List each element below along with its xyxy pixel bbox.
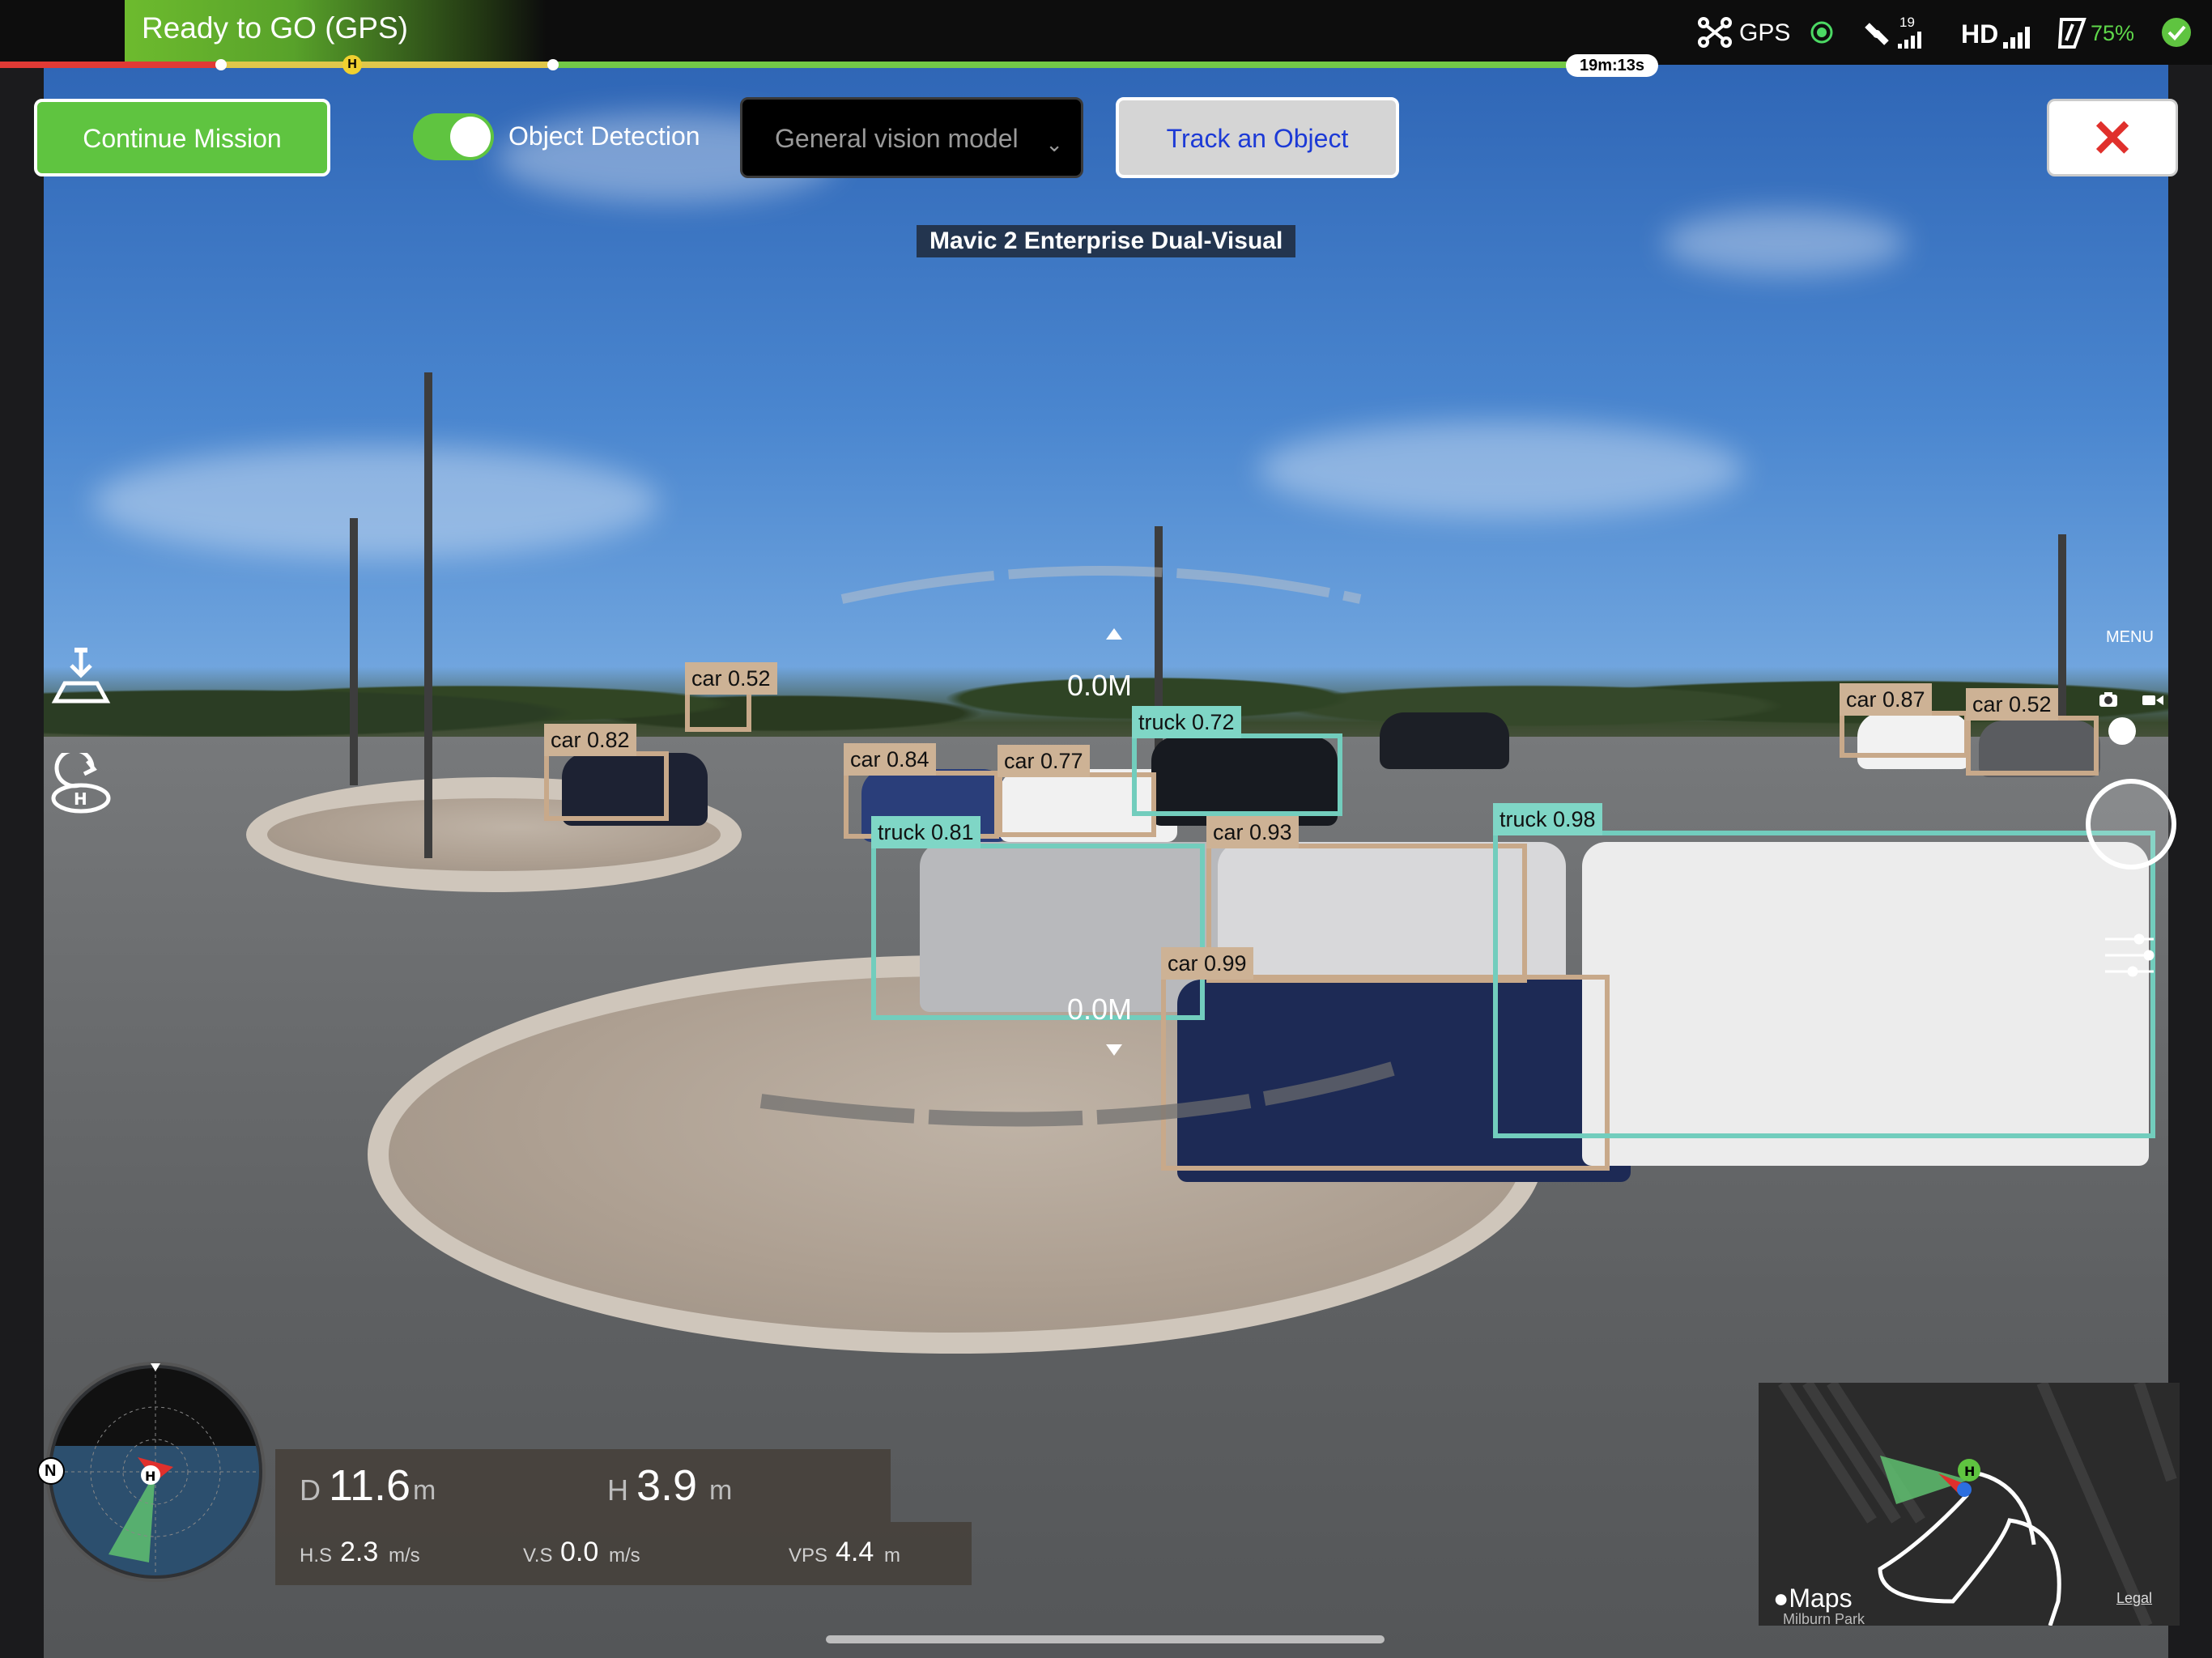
rc-signal-icon xyxy=(2003,27,2030,49)
hs-label: H.S xyxy=(300,1545,333,1567)
detection-label: car 0.82 xyxy=(544,724,636,756)
detection-box[interactable]: car 0.52 xyxy=(1966,688,2099,776)
menu-label[interactable]: MENU xyxy=(2106,628,2154,647)
progress-segment-yellow xyxy=(219,62,551,68)
vs-label: V.S xyxy=(523,1545,553,1567)
vps-value: 4.4 xyxy=(836,1537,874,1567)
signal-icon xyxy=(1810,21,1833,44)
photo-icon[interactable] xyxy=(2099,691,2118,708)
track-object-button[interactable]: Track an Object xyxy=(1116,97,1399,178)
detection-box[interactable]: truck 0.98 xyxy=(1493,803,2155,1138)
satellite-count: 19 xyxy=(1899,15,1915,30)
vision-model-select[interactable]: General vision model ⌄ xyxy=(740,97,1083,178)
telemetry-panel-top: D 11.6 m H 3.9 m xyxy=(275,1449,891,1522)
ok-check-icon xyxy=(2162,18,2191,47)
height-unit: m xyxy=(709,1475,733,1506)
detection-label: truck 0.98 xyxy=(1493,803,1602,835)
vps-unit: m xyxy=(884,1545,900,1567)
toggle-knob xyxy=(450,117,491,157)
battery-percent: 75% xyxy=(2091,21,2135,45)
minimap[interactable]: H ●Maps Legal Milburn Park xyxy=(1759,1383,2180,1626)
svg-text:H: H xyxy=(74,789,87,809)
remaining-time: 19m:13s xyxy=(1566,54,1658,77)
maps-logo: ●Maps xyxy=(1773,1584,1853,1613)
battery-icon xyxy=(2057,18,2087,49)
distance-label: D xyxy=(300,1473,321,1507)
north-label: N xyxy=(45,1462,57,1480)
video-link-label: HD xyxy=(1961,19,1999,49)
distance-value: 11.6 xyxy=(329,1461,411,1510)
vs-value: 0.0 xyxy=(560,1537,599,1567)
settings-sliders-icon[interactable] xyxy=(2104,929,2155,983)
vps-label: VPS xyxy=(789,1545,828,1567)
height-value: 3.9 xyxy=(636,1461,698,1510)
satellite-bars-icon xyxy=(1898,32,1921,49)
status-bar: Ready to GO (GPS) GPS 19 HD 75% xyxy=(0,0,2212,65)
satellite-icon xyxy=(1865,23,1889,45)
capture-mode-switch[interactable] xyxy=(2108,717,2136,745)
progress-segment-green xyxy=(551,62,1603,68)
light-pole xyxy=(350,518,358,785)
hs-value: 2.3 xyxy=(340,1537,379,1567)
home-marker: H xyxy=(342,55,362,74)
drone-icon xyxy=(1698,17,1732,48)
progress-segment-red xyxy=(0,62,219,68)
vision-model-value: General vision model xyxy=(775,124,1019,153)
gimbal-arc xyxy=(759,566,1395,1127)
download-icon[interactable] xyxy=(47,641,115,709)
gimbal-bottom-distance: 0.0M xyxy=(1067,993,1133,1026)
gimbal-top-distance: 0.0M xyxy=(1067,669,1133,702)
home-indicator-bar[interactable] xyxy=(826,1635,1385,1643)
map-place-label: Milburn Park xyxy=(1783,1611,1865,1626)
map-legal-link[interactable]: Legal xyxy=(2116,1590,2152,1607)
radar-home-label: H xyxy=(145,1469,155,1484)
hs-unit: m/s xyxy=(389,1545,420,1567)
north-indicator: N xyxy=(37,1457,65,1485)
detection-label: car 0.87 xyxy=(1840,683,1932,716)
waypoint-dot xyxy=(547,59,559,70)
vs-unit: m/s xyxy=(609,1545,640,1567)
apple-icon: ● xyxy=(1773,1584,1789,1613)
height-label: H xyxy=(607,1473,628,1507)
gps-label: GPS xyxy=(1739,19,1791,46)
telemetry-panel-bottom: H.S 2.3 m/s V.S 0.0 m/s VPS 4.4 m xyxy=(275,1522,972,1585)
map-home-label: H xyxy=(1964,1464,1975,1479)
object-detection-label: Object Detection xyxy=(508,121,700,151)
video-icon[interactable] xyxy=(2142,693,2163,708)
flight-status-text: Ready to GO (GPS) xyxy=(142,11,408,45)
light-pole xyxy=(424,372,432,858)
waypoint-dot xyxy=(215,59,227,70)
continue-mission-button[interactable]: Continue Mission xyxy=(34,99,330,176)
detection-box[interactable]: car 0.82 xyxy=(544,724,669,821)
chevron-down-icon: ⌄ xyxy=(1045,132,1063,156)
maps-logo-text: Maps xyxy=(1789,1584,1853,1613)
attitude-radar: H xyxy=(45,1362,266,1582)
return-home-icon[interactable]: H xyxy=(47,753,115,821)
shutter-button[interactable] xyxy=(2086,779,2176,869)
camera-name-label: Mavic 2 Enterprise Dual-Visual xyxy=(917,225,1296,257)
distance-unit: m xyxy=(413,1475,436,1506)
detection-label: car 0.52 xyxy=(1966,688,2058,721)
object-detection-toggle[interactable] xyxy=(413,113,494,160)
close-button[interactable]: ✕ xyxy=(2047,99,2178,176)
detection-box[interactable]: car 0.87 xyxy=(1840,683,1969,758)
